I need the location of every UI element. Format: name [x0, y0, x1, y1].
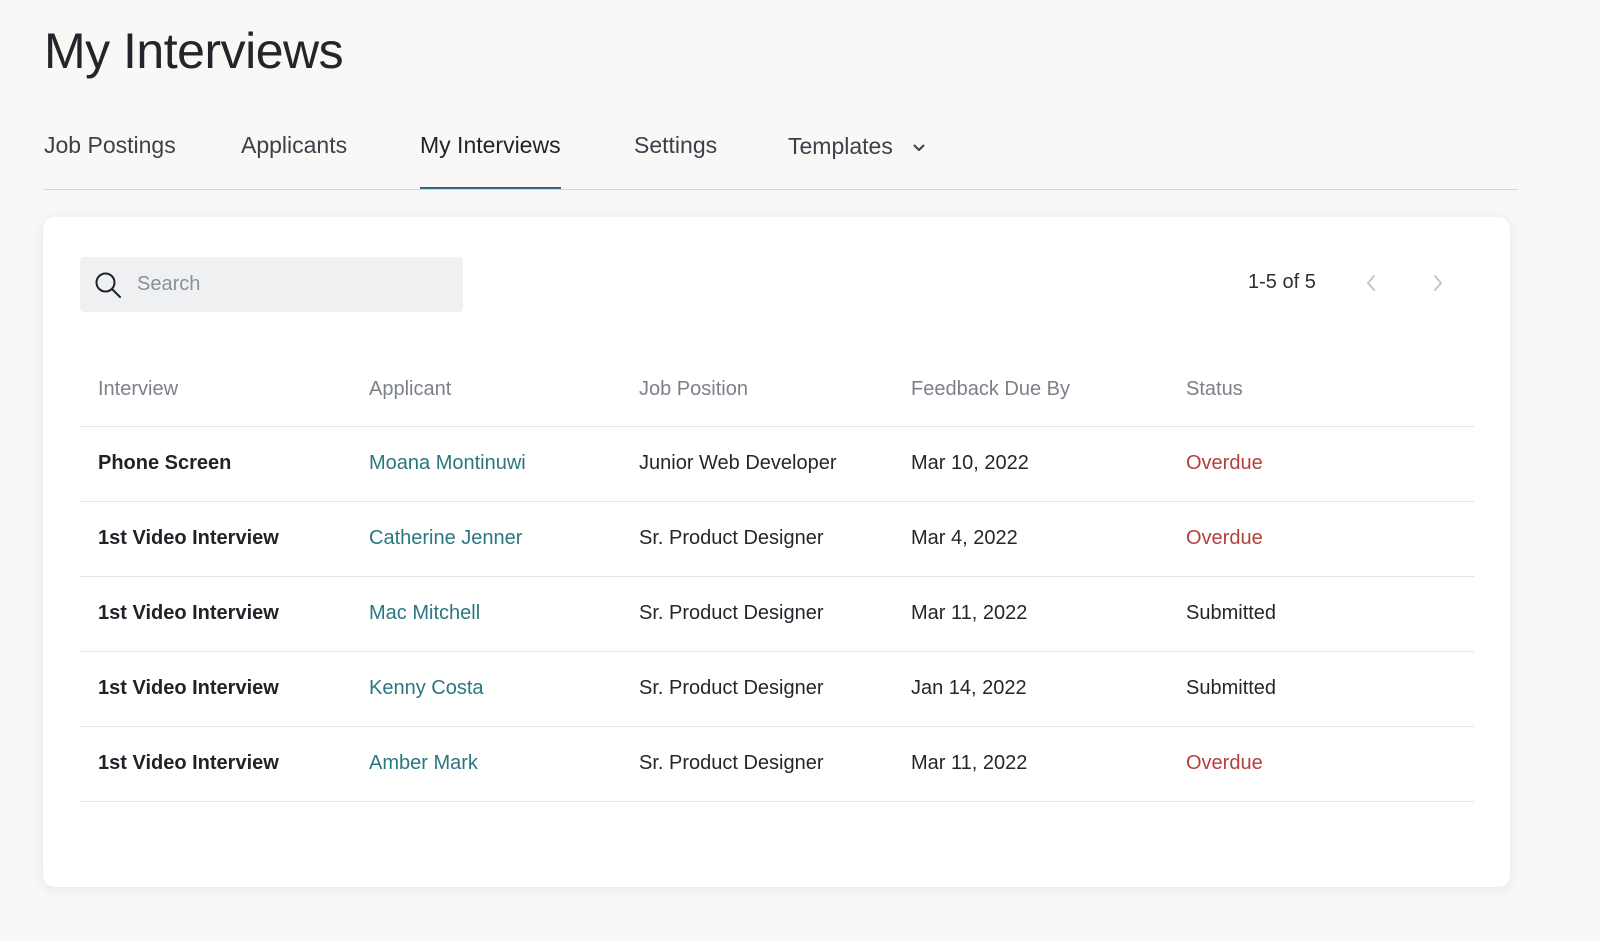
applicant-link[interactable]: Moana Montinuwi [369, 452, 526, 475]
tab-applicants[interactable]: Applicants [241, 132, 347, 189]
pagination-range: 1-5 of 5 [1248, 271, 1316, 293]
search-icon [95, 272, 121, 298]
applicant-link[interactable]: Mac Mitchell [369, 602, 480, 625]
search-input[interactable] [137, 257, 447, 312]
table-row[interactable]: 1st Video Interview Catherine Jenner Sr.… [80, 502, 1474, 577]
table-row[interactable]: 1st Video Interview Kenny Costa Sr. Prod… [80, 652, 1474, 727]
tab-label: Job Postings [44, 132, 176, 158]
applicant-link[interactable]: Amber Mark [369, 752, 478, 775]
column-header-status[interactable]: Status [1186, 378, 1243, 401]
interviews-card: 1-5 of 5 Interview Applicant Job Positio… [43, 217, 1510, 887]
job-position-cell: Sr. Product Designer [639, 677, 824, 699]
tab-label: Applicants [241, 132, 348, 158]
interview-cell: 1st Video Interview [98, 752, 279, 774]
feedback-due-cell: Mar 11, 2022 [911, 752, 1028, 774]
table-row[interactable]: 1st Video Interview Amber Mark Sr. Produ… [80, 727, 1474, 802]
column-header-interview[interactable]: Interview [98, 378, 178, 401]
tab-job-postings[interactable]: Job Postings [44, 132, 176, 189]
job-position-cell: Junior Web Developer [639, 452, 837, 474]
column-header-feedback-due[interactable]: Feedback Due By [911, 378, 1070, 401]
status-cell: Submitted [1186, 602, 1277, 624]
tab-label: Settings [634, 132, 718, 158]
page-title: My Interviews [44, 23, 344, 79]
search-box[interactable] [80, 257, 463, 312]
feedback-due-cell: Mar 4, 2022 [911, 527, 1018, 549]
column-header-job-position[interactable]: Job Position [639, 378, 748, 401]
feedback-due-cell: Jan 14, 2022 [911, 677, 1027, 699]
chevron-down-icon [913, 131, 925, 158]
job-position-cell: Sr. Product Designer [639, 752, 824, 774]
table-row[interactable]: 1st Video Interview Mac Mitchell Sr. Pro… [80, 577, 1474, 652]
next-page-button[interactable] [1432, 273, 1444, 298]
table-header: Interview Applicant Job Position Feedbac… [80, 351, 1474, 427]
status-cell: Overdue [1186, 752, 1263, 774]
interview-cell: Phone Screen [98, 452, 232, 474]
chevron-right-icon [1434, 275, 1442, 291]
feedback-due-cell: Mar 11, 2022 [911, 602, 1028, 624]
interview-cell: 1st Video Interview [98, 527, 279, 549]
tab-settings[interactable]: Settings [634, 132, 717, 189]
status-cell: Submitted [1186, 677, 1277, 699]
job-position-cell: Sr. Product Designer [639, 527, 824, 549]
status-cell: Overdue [1186, 452, 1263, 474]
applicant-link[interactable]: Catherine Jenner [369, 527, 522, 550]
tab-templates[interactable]: Templates [788, 133, 925, 190]
tab-label: My Interviews [420, 132, 561, 158]
tab-my-interviews[interactable]: My Interviews [420, 132, 561, 189]
job-position-cell: Sr. Product Designer [639, 602, 824, 624]
chevron-left-icon [1367, 275, 1375, 291]
interview-cell: 1st Video Interview [98, 602, 279, 624]
status-cell: Overdue [1186, 527, 1263, 549]
tab-bar: Job Postings Applicants My Interviews Se… [44, 128, 1518, 190]
column-header-applicant[interactable]: Applicant [369, 378, 451, 401]
interview-cell: 1st Video Interview [98, 677, 279, 699]
previous-page-button[interactable] [1365, 273, 1377, 298]
applicant-link[interactable]: Kenny Costa [369, 677, 484, 700]
interviews-table: Interview Applicant Job Position Feedbac… [80, 351, 1474, 802]
table-row[interactable]: Phone Screen Moana Montinuwi Junior Web … [80, 427, 1474, 502]
tab-label: Templates [788, 133, 893, 159]
feedback-due-cell: Mar 10, 2022 [911, 452, 1029, 474]
